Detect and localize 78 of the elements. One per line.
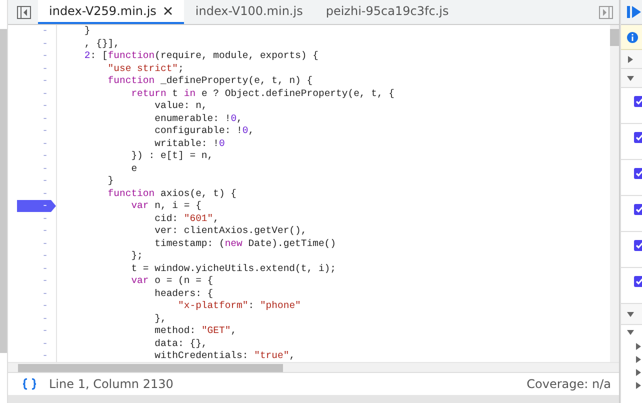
code-line: }) : e[t] = n,	[130, 150, 214, 162]
code-line: configurable: !0,	[154, 125, 256, 138]
line-marker[interactable]: -	[42, 312, 48, 325]
line-marker[interactable]: -	[42, 325, 48, 338]
sidebar-toggle-icon[interactable]	[17, 6, 31, 18]
line-marker[interactable]: -	[42, 262, 48, 275]
code-line: var n, i = {	[130, 200, 202, 212]
line-marker[interactable]: -	[42, 150, 48, 162]
line-marker[interactable]: -	[42, 25, 48, 38]
line-marker[interactable]: -	[42, 288, 48, 300]
code-line: t = window.yicheUtils.extend(t, i);	[130, 262, 337, 275]
resume-icon[interactable]	[627, 6, 641, 18]
line-marker[interactable]: -	[42, 100, 48, 112]
vertical-scrollbar[interactable]	[610, 25, 619, 362]
line-marker[interactable]: -	[42, 175, 48, 188]
file-tab[interactable]: index-V259.min.js	[38, 0, 184, 24]
line-marker[interactable]: -	[42, 350, 48, 362]
checked-checkbox[interactable]	[634, 168, 642, 179]
code-line: method: "GET",	[154, 325, 238, 338]
code-line: data: {},	[154, 338, 208, 350]
line-marker[interactable]: -	[42, 338, 48, 350]
code-line: cid: "601",	[154, 212, 220, 225]
line-marker[interactable]: -	[42, 225, 48, 238]
line-marker[interactable]: -	[42, 50, 48, 62]
code-line: ver: clientAxios.getVer(),	[154, 225, 308, 238]
code-line: withCredentials: "true",	[154, 350, 296, 362]
line-marker[interactable]: -	[42, 188, 48, 200]
collapsed-arrow-icon[interactable]	[627, 56, 634, 62]
code-line: function axios(e, t) {	[106, 188, 238, 200]
pretty-print-icon[interactable]	[22, 378, 37, 390]
checked-checkbox[interactable]	[634, 276, 642, 287]
code-line: }	[83, 25, 92, 38]
code-line: timestamp: (new Date).getTime()	[154, 238, 338, 250]
code-line: };	[130, 250, 144, 262]
horizontal-scrollbar[interactable]	[8, 362, 619, 372]
line-marker[interactable]: -	[42, 125, 48, 138]
line-marker[interactable]: -	[42, 250, 48, 262]
cursor-position: Line 1, Column 2130	[49, 377, 174, 391]
sidebar-toggle-icon[interactable]	[599, 6, 613, 18]
code-line: 2: [function(require, module, exports) {	[83, 50, 320, 62]
code-line: e	[130, 162, 138, 175]
code-line: headers: {	[154, 288, 214, 300]
code-line: return t in e ? Object.defineProperty(e, t, {	[130, 88, 396, 100]
code-line: value: n,	[154, 100, 208, 112]
line-marker[interactable]: -	[42, 162, 48, 175]
file-tab[interactable]: peizhi-95ca19c3fc.js	[314, 0, 461, 24]
checked-checkbox[interactable]	[634, 96, 642, 107]
line-marker[interactable]: -	[42, 75, 48, 88]
code-line: writable: !0	[154, 138, 226, 150]
code-line: "x-platform": "phone"	[177, 300, 302, 312]
info-icon	[627, 32, 638, 42]
line-marker[interactable]: -	[42, 112, 48, 125]
line-marker[interactable]: -	[42, 275, 48, 288]
line-marker[interactable]: -	[42, 88, 48, 100]
expanded-arrow-icon[interactable]	[627, 74, 634, 82]
line-marker[interactable]: -	[42, 300, 48, 312]
checked-checkbox[interactable]	[634, 204, 642, 215]
code-line: }	[106, 175, 115, 188]
file-tab[interactable]: index-V100.min.js	[184, 0, 315, 24]
code-line: var o = (n = {	[130, 275, 214, 288]
line-marker[interactable]: -	[42, 138, 48, 150]
checked-checkbox[interactable]	[634, 240, 642, 251]
close-icon[interactable]	[164, 7, 172, 15]
line-marker[interactable]: -	[42, 212, 48, 225]
expanded-arrow-icon[interactable]	[627, 329, 634, 336]
line-marker[interactable]: -	[42, 238, 48, 250]
line-marker[interactable]: -	[42, 62, 48, 75]
expanded-arrow-icon[interactable]	[627, 310, 634, 318]
code-line: },	[154, 312, 168, 325]
code-line: "use strict";	[106, 62, 185, 75]
checked-checkbox[interactable]	[634, 132, 642, 143]
code-line: enumerable: !0,	[154, 112, 244, 125]
coverage-status: Coverage: n/a	[526, 377, 611, 391]
breakpoint-marker[interactable]: -	[17, 200, 56, 212]
line-marker[interactable]: -	[42, 38, 48, 50]
scrollbar[interactable]	[0, 29, 7, 353]
code-line: , {}],	[83, 38, 121, 50]
code-line: function _defineProperty(e, t, n) {	[106, 75, 314, 88]
